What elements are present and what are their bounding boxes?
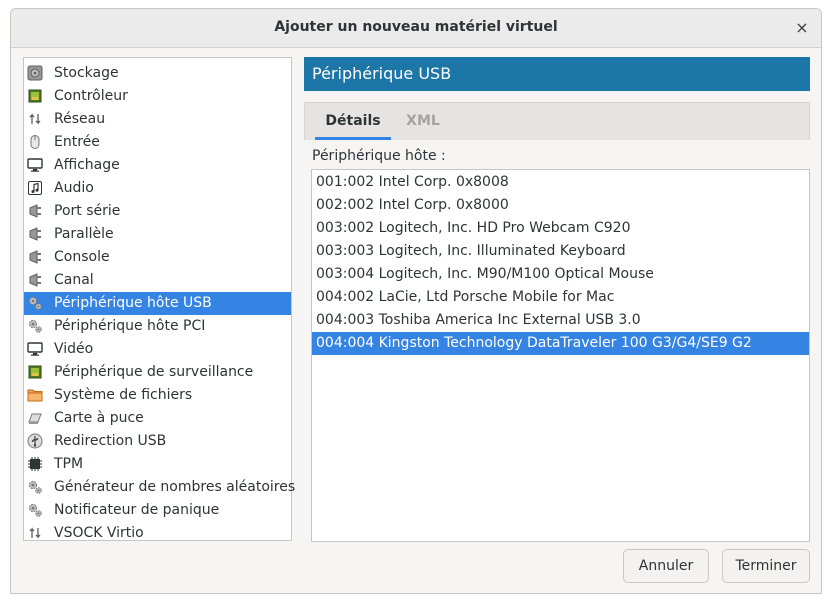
sidebar-item-controleur[interactable]: Contrôleur xyxy=(24,85,291,108)
host-device-row[interactable]: 004:002 LaCie, Ltd Porsche Mobile for Ma… xyxy=(312,286,809,309)
plug-icon xyxy=(27,203,43,219)
sidebar-item-label: TPM xyxy=(54,456,84,472)
host-device-label: Périphérique hôte : xyxy=(312,148,446,164)
sidebar-item-peripherique-de-surveillance[interactable]: Périphérique de surveillance xyxy=(24,361,291,384)
mouse-icon xyxy=(27,134,43,150)
host-device-row[interactable]: 003:004 Logitech, Inc. M90/M100 Optical … xyxy=(312,263,809,286)
monitor-icon xyxy=(27,157,43,173)
sidebar-item-video[interactable]: Vidéo xyxy=(24,338,291,361)
sidebar-item-label: Réseau xyxy=(54,111,106,127)
sidebar-item-label: Canal xyxy=(54,272,94,288)
sidebar-item-notificateur-de-panique[interactable]: Notificateur de panique xyxy=(24,499,291,522)
plug-icon xyxy=(27,272,43,288)
host-device-row[interactable]: 003:003 Logitech, Inc. Illuminated Keybo… xyxy=(312,240,809,263)
sidebar-item-label: Parallèle xyxy=(54,226,114,242)
cancel-button[interactable]: Annuler xyxy=(623,549,709,583)
title-bar: Ajouter un nouveau matériel virtuel × xyxy=(11,9,821,48)
gears-icon xyxy=(27,318,43,334)
close-icon: × xyxy=(795,18,809,37)
sidebar-item-label: Console xyxy=(54,249,110,265)
tpm-icon xyxy=(27,456,43,472)
sidebar-item-peripherique-hote-pci[interactable]: Périphérique hôte PCI xyxy=(24,315,291,338)
sidebar-item-port-serie[interactable]: Port série xyxy=(24,200,291,223)
chip-icon xyxy=(27,364,43,380)
sidebar-item-label: Système de fichiers xyxy=(54,387,193,403)
tab-bar: Détails XML xyxy=(304,102,810,140)
sidebar-item-label: Stockage xyxy=(54,65,119,81)
tab-details[interactable]: Détails xyxy=(315,103,391,140)
section-header: Périphérique USB xyxy=(304,57,810,91)
sidebar-item-audio[interactable]: Audio xyxy=(24,177,291,200)
host-device-row[interactable]: 001:002 Intel Corp. 0x8008 xyxy=(312,171,809,194)
sidebar-item-label: Périphérique hôte USB xyxy=(54,295,212,311)
sidebar-item-label: Périphérique hôte PCI xyxy=(54,318,206,334)
sidebar-item-carte-a-puce[interactable]: Carte à puce xyxy=(24,407,291,430)
sidebar-item-redirection-usb[interactable]: Redirection USB xyxy=(24,430,291,453)
sidebar-item-entree[interactable]: Entrée xyxy=(24,131,291,154)
sidebar-item-affichage[interactable]: Affichage xyxy=(24,154,291,177)
sidebar-item-label: Périphérique de surveillance xyxy=(54,364,254,380)
section-title: Périphérique USB xyxy=(312,64,452,83)
host-device-row[interactable]: 004:003 Toshiba America Inc External USB… xyxy=(312,309,809,332)
sidebar-item-generateur-de-nombres-aleatoires[interactable]: Générateur de nombres aléatoires xyxy=(24,476,295,499)
sidebar-item-peripherique-hote-usb[interactable]: Périphérique hôte USB xyxy=(24,292,291,315)
usb-icon xyxy=(27,433,43,449)
sidebar-item-canal[interactable]: Canal xyxy=(24,269,291,292)
sidebar-item-stockage[interactable]: Stockage xyxy=(24,62,291,85)
finish-button[interactable]: Terminer xyxy=(722,549,810,583)
sidebar-item-parallele[interactable]: Parallèle xyxy=(24,223,291,246)
host-device-row[interactable]: 003:002 Logitech, Inc. HD Pro Webcam C92… xyxy=(312,217,809,240)
sidebar-item-label: Entrée xyxy=(54,134,100,150)
gears-icon xyxy=(27,479,43,495)
sidebar-item-label: Port série xyxy=(54,203,121,219)
tab-xml[interactable]: XML xyxy=(397,103,449,140)
sidebar-item-label: Générateur de nombres aléatoires xyxy=(54,479,296,495)
close-button[interactable]: × xyxy=(791,17,813,39)
plug-icon xyxy=(27,249,43,265)
network-icon xyxy=(27,111,43,127)
card-icon xyxy=(27,410,43,426)
host-device-row[interactable]: 004:004 Kingston Technology DataTraveler… xyxy=(312,332,809,355)
sidebar-item-console[interactable]: Console xyxy=(24,246,291,269)
sidebar-item-label: Notificateur de panique xyxy=(54,502,220,518)
disk-icon xyxy=(27,65,43,81)
sidebar-item-vsock-virtio[interactable]: VSOCK Virtio xyxy=(24,522,291,545)
network-icon xyxy=(27,525,43,541)
sidebar-item-label: Vidéo xyxy=(54,341,94,357)
sidebar-item-reseau[interactable]: Réseau xyxy=(24,108,291,131)
sidebar-item-label: Carte à puce xyxy=(54,410,144,426)
dialog-title: Ajouter un nouveau matériel virtuel xyxy=(274,19,558,35)
folder-icon xyxy=(27,387,43,403)
host-device-list: 001:002 Intel Corp. 0x8008 002:002 Intel … xyxy=(311,169,810,542)
sidebar-item-tpm[interactable]: TPM xyxy=(24,453,291,476)
gears-icon xyxy=(27,295,43,311)
dialog-window: Ajouter un nouveau matériel virtuel × St… xyxy=(10,8,822,594)
audio-icon xyxy=(27,180,43,196)
sidebar-item-label: VSOCK Virtio xyxy=(54,525,144,541)
hardware-type-list: Stockage Contrôleur Réseau Entrée Affichage A… xyxy=(23,57,295,541)
chip-icon xyxy=(27,88,43,104)
sidebar-item-systeme-de-fichiers[interactable]: Système de fichiers xyxy=(24,384,291,407)
host-device-row[interactable]: 002:002 Intel Corp. 0x8000 xyxy=(312,194,809,217)
monitor-icon xyxy=(27,341,43,357)
sidebar-item-label: Audio xyxy=(54,180,94,196)
sidebar-item-label: Contrôleur xyxy=(54,88,128,104)
sidebar-item-label: Affichage xyxy=(54,157,120,173)
plug-icon xyxy=(27,226,43,242)
sidebar-item-label: Redirection USB xyxy=(54,433,167,449)
gears-icon xyxy=(27,502,43,518)
